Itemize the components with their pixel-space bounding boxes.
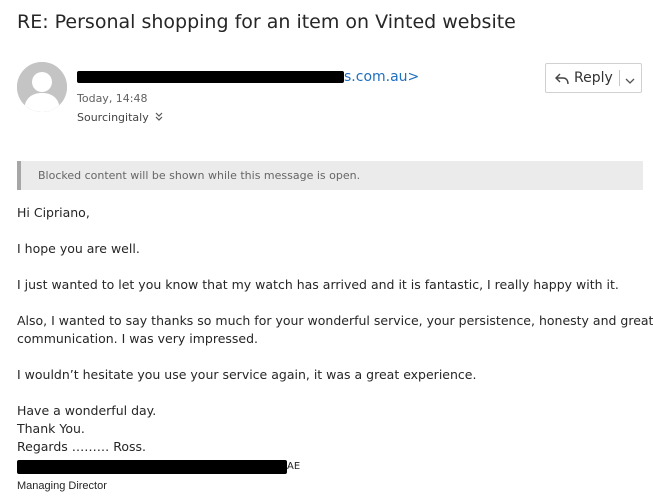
blocked-content-notice: Blocked content will be shown while this…	[17, 161, 643, 190]
sender-redaction	[77, 71, 344, 83]
blocked-content-text: Blocked content will be shown while this…	[38, 169, 361, 182]
sender-avatar[interactable]	[17, 62, 67, 112]
email-subject: RE: Personal shopping for an item on Vin…	[17, 11, 516, 33]
recipient-name: Sourcingitaly	[77, 111, 149, 124]
body-line: Regards ……… Ross.	[17, 439, 146, 454]
double-chevron-down-icon[interactable]	[155, 112, 163, 124]
reply-arrow-icon	[555, 71, 569, 90]
signature-title: Managing Director	[17, 480, 107, 492]
message-date: Today, 14:48	[77, 92, 148, 105]
chevron-down-icon[interactable]	[625, 72, 635, 91]
person-icon	[17, 62, 67, 112]
body-line: communication. I was very impressed.	[17, 331, 259, 346]
signature-name-redaction	[17, 460, 287, 474]
body-line: Thank You.	[17, 421, 85, 436]
reply-button[interactable]: Reply	[545, 63, 642, 93]
body-line: I hope you are well.	[17, 241, 140, 256]
reply-divider	[619, 70, 620, 86]
sender-address[interactable]: s.com.au>	[77, 68, 437, 88]
signature-name-suffix: AE	[287, 461, 301, 472]
sender-email-suffix[interactable]: s.com.au>	[344, 69, 419, 85]
body-line: I wouldn’t hesitate you use your service…	[17, 367, 477, 382]
body-line: Have a wonderful day.	[17, 403, 157, 418]
body-line: Hi Cipriano,	[17, 205, 90, 220]
body-line: I just wanted to let you know that my wa…	[17, 277, 619, 292]
recipient-line[interactable]: Sourcingitaly	[77, 111, 163, 124]
reply-label: Reply	[574, 70, 613, 86]
body-line: Also, I wanted to say thanks so much for…	[17, 313, 653, 328]
